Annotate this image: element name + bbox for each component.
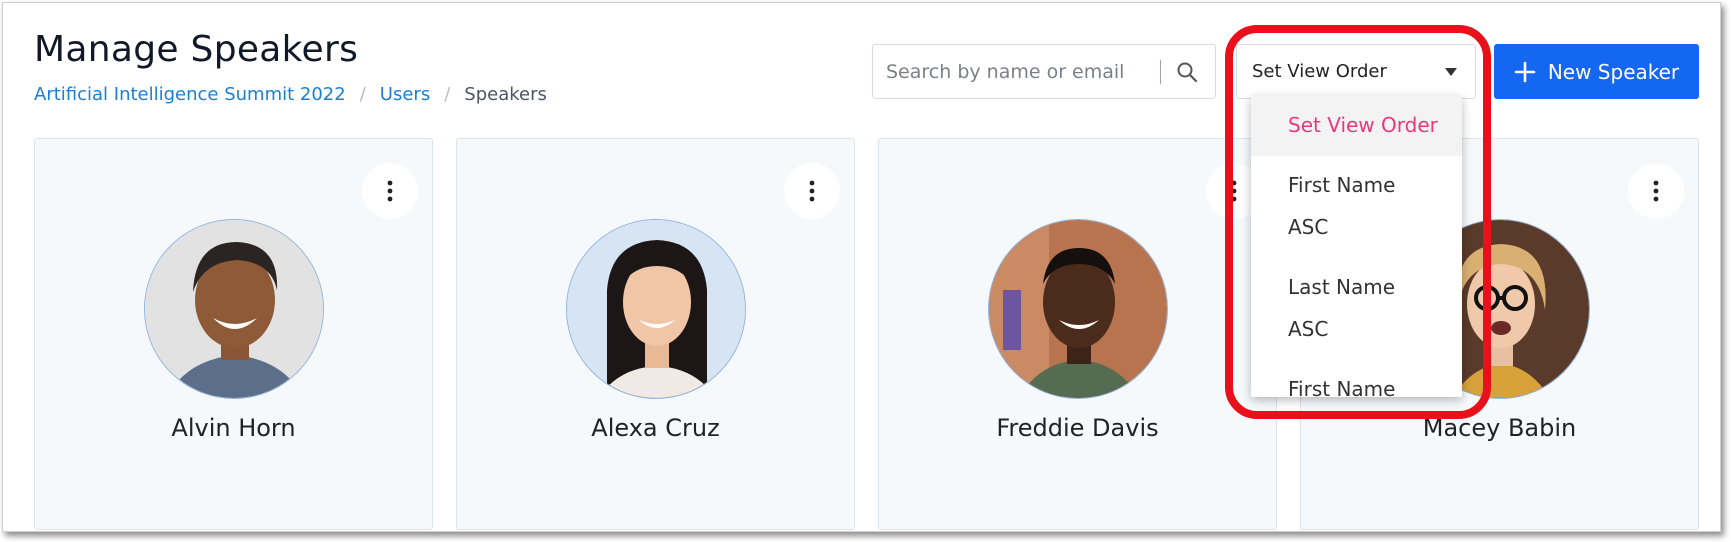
- speaker-avatar: [143, 219, 324, 399]
- view-order-dropdown: Set View Order First Name ASC Last Name …: [1251, 96, 1462, 397]
- speaker-avatar: [565, 219, 746, 399]
- speaker-name: Alvin Horn: [171, 414, 296, 442]
- breadcrumb-separator: /: [444, 84, 451, 105]
- more-vertical-icon: [1653, 180, 1659, 202]
- dropdown-option-set-view-order[interactable]: Set View Order: [1251, 96, 1462, 156]
- more-vertical-icon: [1231, 180, 1237, 202]
- search-button[interactable]: [1161, 45, 1213, 98]
- speaker-options-button[interactable]: [784, 163, 840, 219]
- search-icon: [1177, 62, 1198, 82]
- speaker-options-button[interactable]: [362, 163, 418, 219]
- breadcrumb: Artificial Intelligence Summit 2022 / Us…: [34, 84, 547, 105]
- speaker-avatar: [987, 219, 1168, 399]
- dropdown-option-first-name[interactable]: First Name: [1251, 360, 1462, 397]
- app-frame: Manage Speakers Artificial Intelligence …: [2, 2, 1721, 532]
- speaker-card[interactable]: Freddie Davis: [878, 138, 1277, 530]
- speaker-name: Alexa Cruz: [591, 414, 720, 442]
- new-speaker-button[interactable]: New Speaker: [1494, 44, 1699, 99]
- search-input[interactable]: [886, 60, 1156, 83]
- breadcrumb-separator: /: [359, 84, 366, 105]
- more-vertical-icon: [809, 180, 815, 202]
- breadcrumb-users-link[interactable]: Users: [380, 84, 430, 105]
- speaker-card[interactable]: Alvin Horn: [34, 138, 433, 530]
- view-order-select[interactable]: Set View Order: [1236, 44, 1476, 99]
- speaker-card[interactable]: Alexa Cruz: [456, 138, 855, 530]
- more-vertical-icon: [387, 180, 393, 202]
- new-speaker-label: New Speaker: [1547, 59, 1680, 84]
- plus-icon: [1514, 61, 1536, 82]
- search-box: [872, 44, 1216, 99]
- speaker-name: Macey Babin: [1422, 414, 1577, 442]
- speaker-name: Freddie Davis: [996, 414, 1159, 442]
- dropdown-option-last-name-asc[interactable]: Last Name ASC: [1251, 258, 1462, 360]
- speaker-options-button[interactable]: [1628, 163, 1684, 219]
- breadcrumb-event-link[interactable]: Artificial Intelligence Summit 2022: [34, 84, 346, 105]
- breadcrumb-current: Speakers: [464, 84, 547, 105]
- page-title: Manage Speakers: [34, 29, 359, 70]
- chevron-down-icon: [1445, 67, 1457, 76]
- view-order-selected: Set View Order: [1252, 61, 1387, 82]
- dropdown-option-first-name-asc[interactable]: First Name ASC: [1251, 156, 1462, 258]
